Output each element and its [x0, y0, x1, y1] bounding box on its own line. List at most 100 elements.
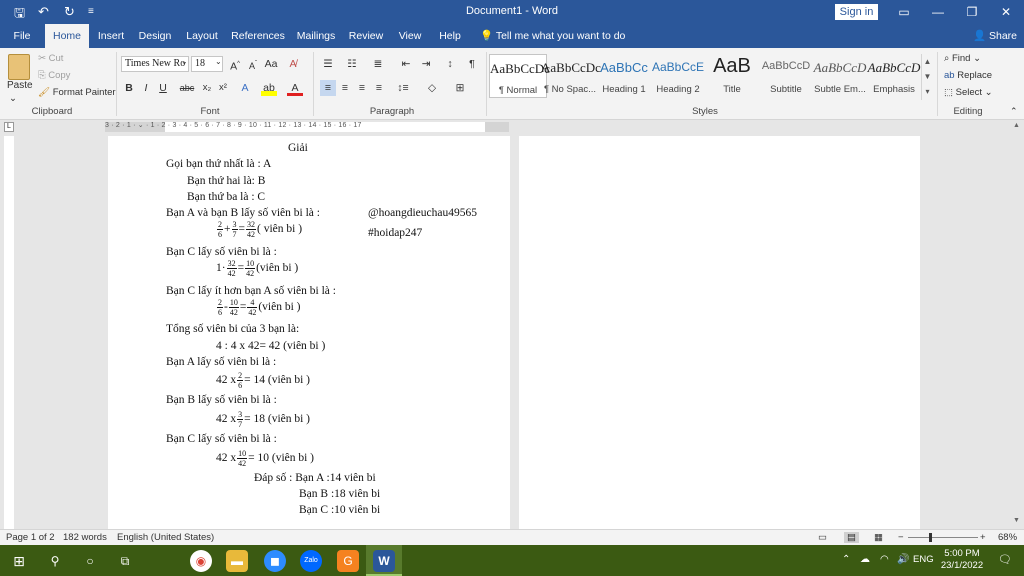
- document-body[interactable]: Giải Gọi bạn thứ nhất là : A Bạn thứ hai…: [108, 136, 510, 529]
- vertical-ruler[interactable]: [4, 136, 14, 529]
- zoom-app-icon[interactable]: ◼: [264, 550, 286, 572]
- tab-review[interactable]: Review: [345, 24, 387, 48]
- zoom-out-icon[interactable]: −: [898, 532, 904, 543]
- zoom-level[interactable]: 68%: [998, 532, 1017, 543]
- minimize-icon[interactable]: —: [928, 3, 948, 21]
- windows-start-icon[interactable]: ⊞: [8, 550, 30, 572]
- ribbon-display-options-icon[interactable]: ▭: [894, 3, 914, 21]
- borders-icon[interactable]: ⊞: [452, 80, 468, 96]
- share-button[interactable]: 👤 Share: [973, 24, 1017, 48]
- search-icon[interactable]: ⚲: [44, 550, 66, 572]
- horizontal-ruler[interactable]: 3 · 2 · 1 · ⌄ · 1 · 2 · 3 · 4 · 5 · 6 · …: [105, 122, 509, 132]
- language-indicator[interactable]: English (United States): [117, 532, 214, 543]
- style-no-spacing[interactable]: AaBbCcDc ¶ No Spac...: [541, 54, 601, 98]
- input-language[interactable]: ENG: [913, 554, 934, 565]
- collapse-ribbon-icon[interactable]: ⌃: [1010, 106, 1018, 117]
- replace-button[interactable]: ab Replace: [944, 70, 992, 81]
- file-explorer-icon[interactable]: ▬: [226, 550, 248, 572]
- wifi-icon[interactable]: ◠: [880, 554, 889, 565]
- font-color-icon[interactable]: A: [287, 80, 303, 96]
- vertical-scrollbar[interactable]: ▲ ▼: [1010, 120, 1024, 529]
- tell-me-search[interactable]: 💡 Tell me what you want to do: [480, 24, 625, 48]
- strikethrough-button[interactable]: abc: [177, 80, 197, 96]
- tab-insert[interactable]: Insert: [92, 24, 130, 48]
- paste-button[interactable]: Paste: [7, 80, 33, 91]
- tab-home[interactable]: Home: [45, 24, 89, 48]
- page-count[interactable]: Page 1 of 2: [6, 532, 55, 543]
- tab-view[interactable]: View: [394, 24, 426, 48]
- restore-icon[interactable]: ❐: [962, 3, 982, 21]
- grow-font-icon[interactable]: A^: [227, 56, 243, 73]
- cut-button[interactable]: ✂ Cut: [38, 53, 63, 64]
- underline-button[interactable]: U: [155, 80, 171, 96]
- status-bar: Page 1 of 2 182 words English (United St…: [0, 529, 1024, 545]
- clock[interactable]: 5:00 PM 23/1/2022: [934, 548, 990, 572]
- tab-file[interactable]: File: [6, 24, 38, 48]
- align-right-icon[interactable]: ≡: [354, 80, 370, 96]
- sort-icon[interactable]: ↕: [442, 56, 458, 72]
- shrink-font-icon[interactable]: Aˇ: [245, 56, 261, 72]
- chrome-icon[interactable]: ◉: [190, 550, 212, 572]
- zoom-slider[interactable]: [908, 537, 978, 538]
- style-subtle-emphasis[interactable]: AaBbCcD Subtle Em...: [811, 54, 869, 98]
- align-center-icon[interactable]: ≡: [337, 80, 353, 96]
- bold-button[interactable]: B: [121, 80, 137, 96]
- change-case-icon[interactable]: Aa: [263, 56, 279, 72]
- web-layout-icon[interactable]: ▦: [874, 532, 883, 543]
- word-icon[interactable]: W: [373, 550, 395, 572]
- find-button[interactable]: ⌕ Find ⌄: [944, 53, 981, 64]
- shading-icon[interactable]: ◇: [424, 80, 440, 96]
- sign-in-button[interactable]: Sign in: [835, 4, 878, 20]
- onedrive-icon[interactable]: ☁: [860, 554, 870, 565]
- bullets-icon[interactable]: ☰: [320, 56, 336, 72]
- text-effects-icon[interactable]: A: [237, 80, 253, 96]
- style-heading-2[interactable]: AaBbCcE Heading 2: [649, 54, 707, 98]
- show-formatting-icon[interactable]: ¶: [464, 56, 480, 72]
- document-page-2[interactable]: [519, 136, 920, 529]
- paste-icon[interactable]: [8, 54, 30, 80]
- read-mode-icon[interactable]: ▭: [818, 532, 827, 543]
- style-normal[interactable]: AaBbCcDc ¶ Normal: [489, 54, 550, 98]
- close-icon[interactable]: ✕: [996, 3, 1016, 21]
- task-view-icon[interactable]: ⧉: [114, 550, 136, 572]
- copy-button[interactable]: ⎘ Copy: [38, 70, 70, 81]
- style-title[interactable]: AaB Title: [703, 54, 761, 98]
- highlight-icon[interactable]: ab: [261, 80, 277, 96]
- select-button[interactable]: ⬚ Select ⌄: [944, 87, 993, 98]
- multilevel-list-icon[interactable]: ≣: [370, 56, 386, 72]
- doc-line-1: Gọi bạn thứ nhất là : A: [166, 158, 272, 170]
- italic-button[interactable]: I: [138, 80, 154, 96]
- document-page-1[interactable]: Giải Gọi bạn thứ nhất là : A Bạn thứ hai…: [108, 136, 510, 529]
- zoom-slider-thumb[interactable]: [929, 533, 932, 542]
- style-heading-1[interactable]: AaBbCc Heading 1: [595, 54, 653, 98]
- line-spacing-icon[interactable]: ↕≡: [395, 80, 411, 96]
- volume-icon[interactable]: 🔊: [897, 554, 909, 565]
- superscript-button[interactable]: x²: [215, 80, 231, 96]
- print-layout-icon[interactable]: ▤: [844, 532, 859, 543]
- zoom-in-icon[interactable]: +: [980, 532, 986, 543]
- tab-help[interactable]: Help: [434, 24, 466, 48]
- tab-design[interactable]: Design: [135, 24, 175, 48]
- app-orange-icon[interactable]: G: [337, 550, 359, 572]
- tab-mailings[interactable]: Mailings: [293, 24, 339, 48]
- tab-references[interactable]: References: [230, 24, 286, 48]
- styles-scroll-icon[interactable]: ▲ ▼ ▾: [921, 54, 933, 100]
- clear-formatting-icon[interactable]: A̸: [285, 56, 301, 72]
- format-painter-button[interactable]: 🖌 Format Painter: [38, 87, 116, 98]
- zalo-icon[interactable]: Zalo: [300, 550, 322, 572]
- decrease-indent-icon[interactable]: ⇤: [398, 56, 414, 72]
- numbering-icon[interactable]: ☷: [344, 56, 360, 72]
- tab-layout[interactable]: Layout: [182, 24, 222, 48]
- cortana-icon[interactable]: ○: [79, 550, 101, 572]
- style-subtitle[interactable]: AaBbCcD Subtitle: [757, 54, 815, 98]
- align-left-icon[interactable]: ≡: [320, 80, 336, 96]
- style-emphasis[interactable]: AaBbCcD Emphasis: [865, 54, 923, 98]
- subscript-button[interactable]: x₂: [199, 80, 215, 96]
- show-hidden-icons-icon[interactable]: ⌃: [842, 554, 850, 565]
- tab-selector-icon[interactable]: L: [4, 122, 14, 132]
- font-name-box[interactable]: Times New Ro: [121, 56, 189, 72]
- increase-indent-icon[interactable]: ⇥: [418, 56, 434, 72]
- notification-icon[interactable]: 🗨: [998, 553, 1012, 566]
- justify-icon[interactable]: ≡: [371, 80, 387, 96]
- word-count[interactable]: 182 words: [63, 532, 107, 543]
